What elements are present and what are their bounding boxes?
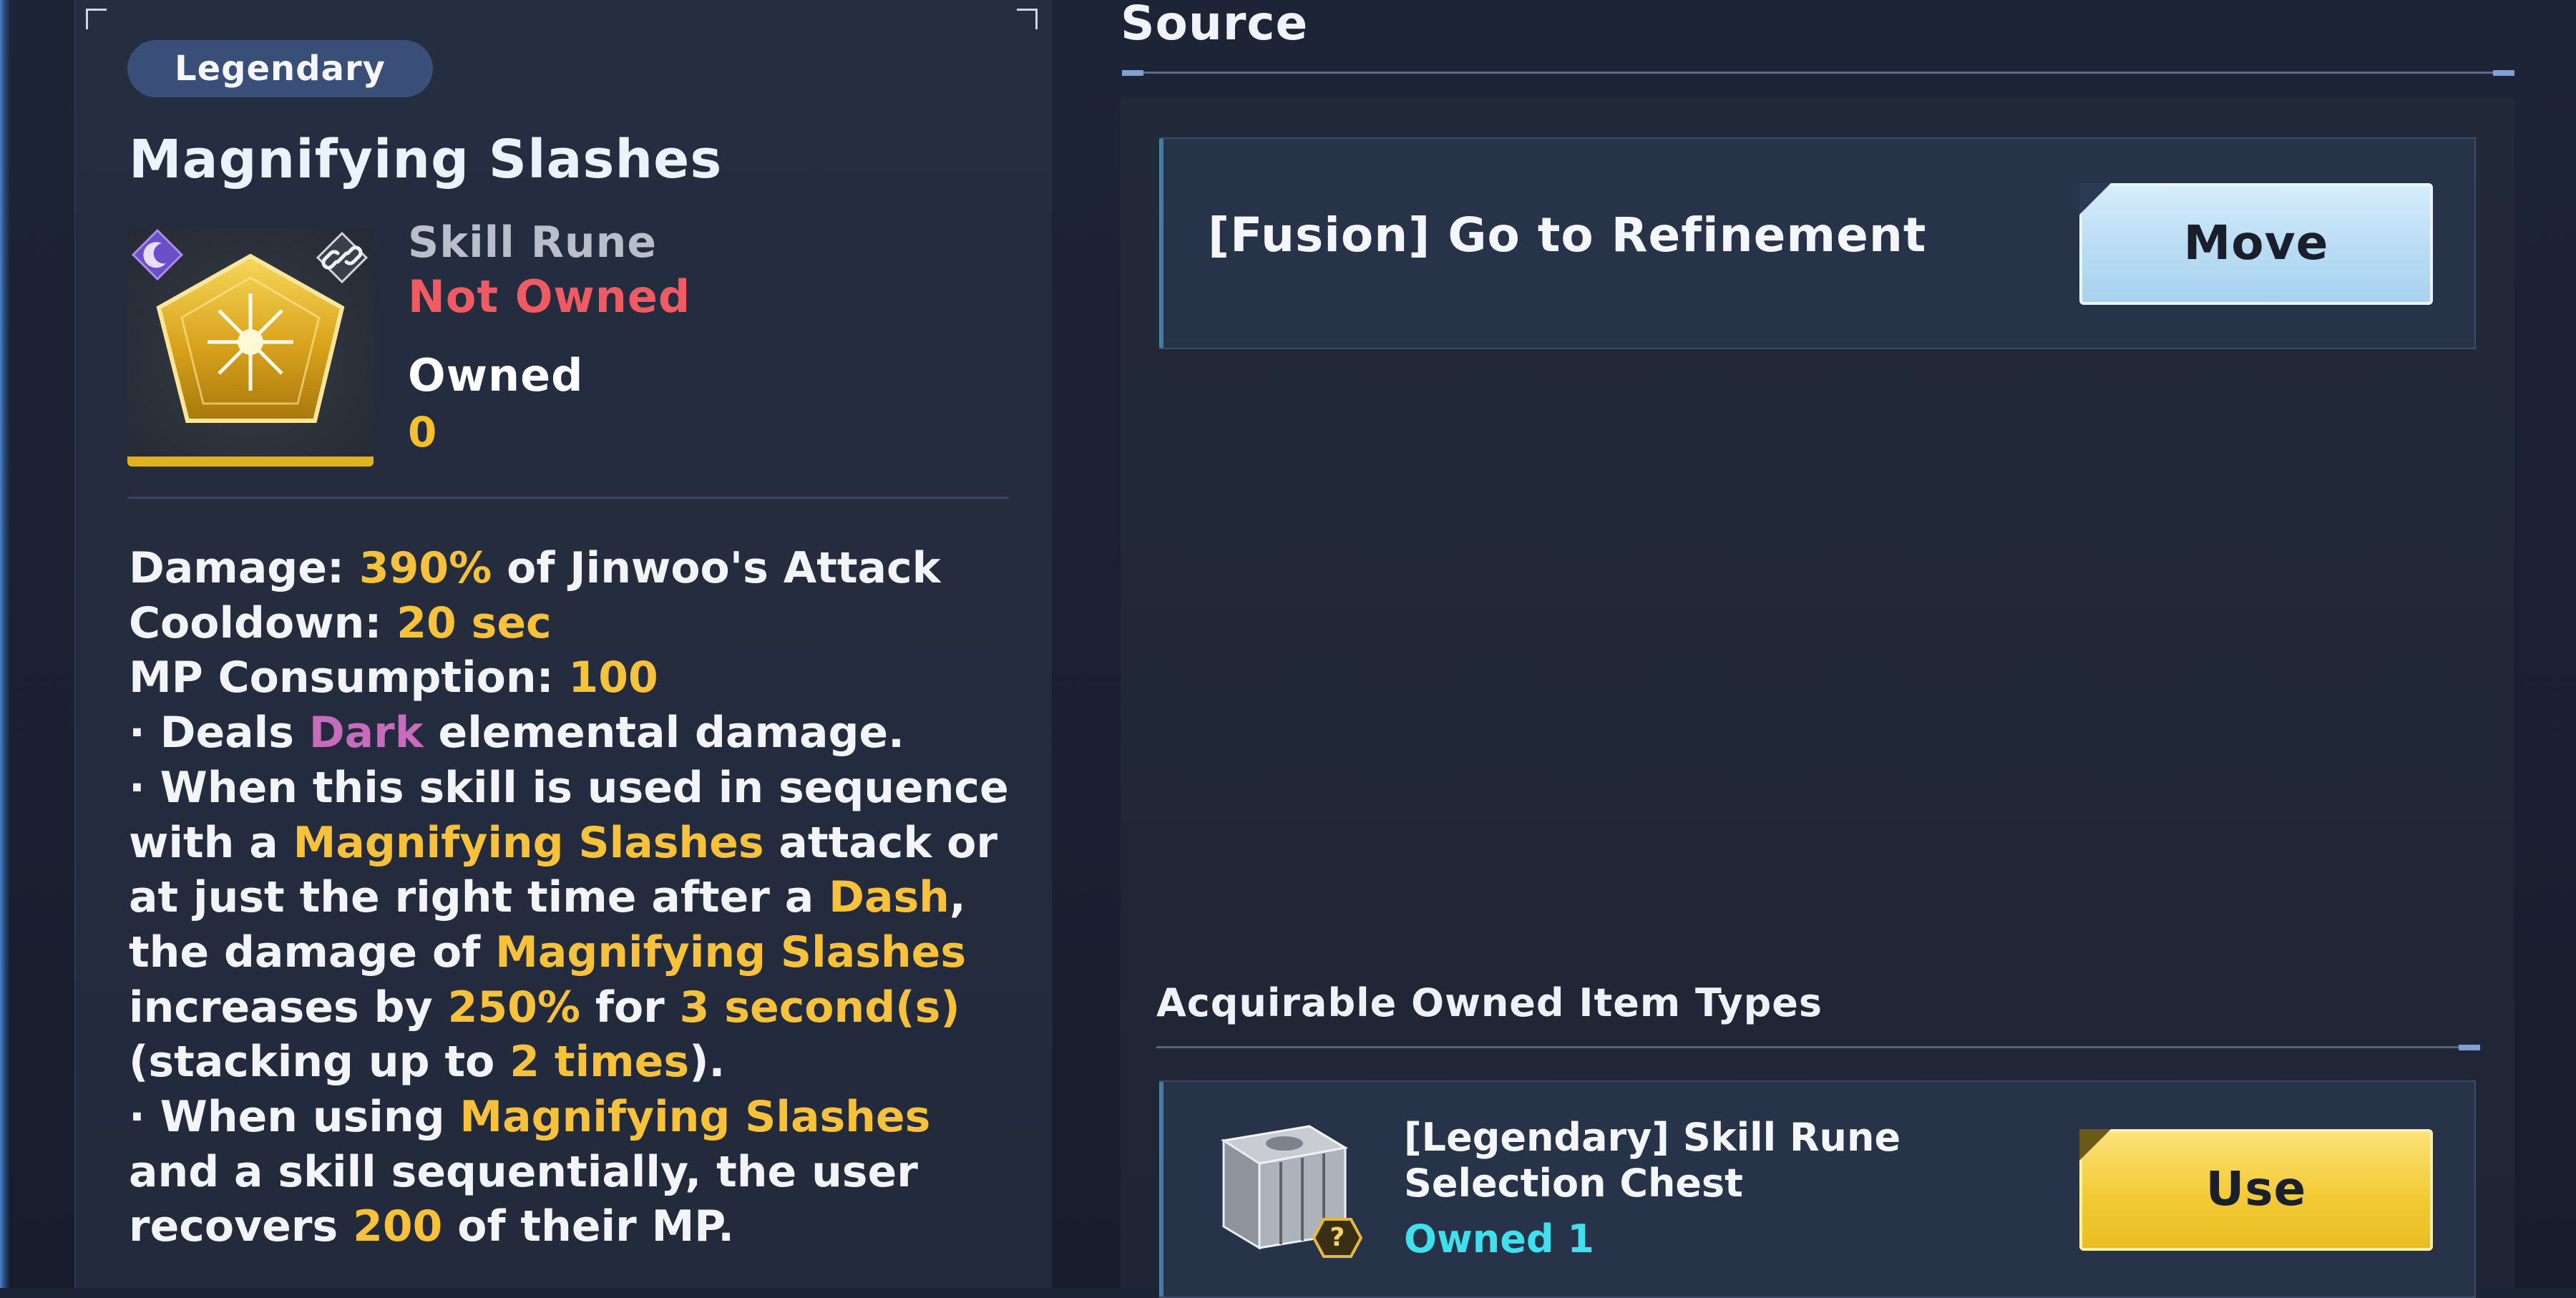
row-accent bbox=[1159, 139, 1163, 348]
move-button[interactable]: Move bbox=[2079, 183, 2433, 305]
description-line: with a Magnifying Slashes attack or bbox=[129, 816, 1052, 871]
use-button[interactable]: Use bbox=[2079, 1129, 2433, 1251]
description-line: at just the right time after a Dash, bbox=[129, 870, 1052, 925]
unknown-question-icon: ? bbox=[1330, 1223, 1345, 1252]
description-text: recovers bbox=[129, 1201, 353, 1252]
row-accent bbox=[1159, 1082, 1163, 1297]
source-divider bbox=[1122, 72, 2493, 74]
chest-owned-count: Owned 1 bbox=[1404, 1216, 1594, 1262]
screen-edge-glow bbox=[0, 0, 10, 1288]
description-text: and a skill sequentially, the user bbox=[129, 1146, 918, 1197]
description-text: at just the right time after a bbox=[129, 872, 829, 923]
highlight-text: 20 sec bbox=[396, 597, 552, 648]
description-line: Damage: 390% of Jinwoo's Attack bbox=[129, 541, 1052, 596]
description-text: of their MP. bbox=[442, 1201, 735, 1252]
description-text: · When this skill is used in sequence bbox=[129, 762, 1009, 813]
chest-item-name: [Legendary] Skill Rune Selection Chest bbox=[1404, 1115, 1901, 1206]
acquirable-divider bbox=[1156, 1046, 2479, 1048]
description-text: of Jinwoo's Attack bbox=[492, 543, 941, 593]
description-line: and a skill sequentially, the user bbox=[129, 1145, 1052, 1200]
description-line: increases by 250% for 3 second(s) bbox=[129, 980, 1052, 1035]
highlight-text: Dash bbox=[829, 872, 950, 923]
highlight-text: 100 bbox=[568, 653, 658, 703]
description-line: the damage of Magnifying Slashes bbox=[129, 925, 1052, 980]
description-line: · When using Magnifying Slashes bbox=[129, 1090, 1052, 1145]
description-text: · Deals bbox=[129, 708, 309, 758]
button-corner-notch bbox=[2079, 183, 2111, 215]
skill-description: Damage: 390% of Jinwoo's Attack Cooldown:… bbox=[129, 541, 1052, 1254]
description-text: , bbox=[949, 872, 966, 923]
description-line: · When this skill is used in sequence bbox=[129, 761, 1052, 816]
move-button-label: Move bbox=[2183, 215, 2329, 270]
button-corner-notch bbox=[2079, 1129, 2111, 1161]
element-text: Dark bbox=[308, 708, 424, 758]
chest-name-line-2: Selection Chest bbox=[1404, 1161, 1743, 1206]
silver-chest-icon[interactable]: ? bbox=[1202, 1112, 1367, 1262]
chain-link-icon bbox=[315, 230, 369, 285]
highlight-text: 3 second(s) bbox=[679, 982, 960, 1033]
description-text: Damage: bbox=[129, 543, 359, 593]
description-text: increases by bbox=[129, 982, 448, 1033]
description-line: (stacking up to 2 times). bbox=[129, 1035, 1052, 1090]
divider-cap-right bbox=[2459, 1045, 2480, 1050]
source-title: Source bbox=[1121, 0, 1309, 51]
panel-corner-top-left bbox=[86, 9, 107, 29]
description-line: MP Consumption: 100 bbox=[129, 650, 1052, 706]
highlight-text: Magnifying Slashes bbox=[293, 817, 764, 868]
use-button-label: Use bbox=[2205, 1161, 2307, 1216]
owned-label: Owned bbox=[408, 349, 584, 401]
item-title: Magnifying Slashes bbox=[129, 129, 723, 190]
description-text: (stacking up to bbox=[129, 1037, 510, 1088]
description-text: ). bbox=[689, 1037, 726, 1088]
description-text: MP Consumption: bbox=[129, 653, 569, 703]
divider-cap-right bbox=[2493, 70, 2514, 76]
highlight-text: 2 times bbox=[509, 1037, 690, 1088]
acquirable-section-title: Acquirable Owned Item Types bbox=[1156, 980, 1823, 1025]
highlight-text: 390% bbox=[358, 543, 492, 593]
description-text: · When using bbox=[129, 1092, 460, 1143]
divider bbox=[127, 497, 1009, 499]
divider-cap-left bbox=[1122, 70, 1143, 76]
description-text: for bbox=[580, 982, 680, 1033]
description-text: elemental damage. bbox=[423, 708, 904, 758]
description-text: the damage of bbox=[129, 927, 496, 977]
item-detail-panel: Legendary Magnifying Slashes Skill Rune … bbox=[74, 0, 1052, 1288]
owned-count: 0 bbox=[408, 408, 437, 457]
description-line: recovers 200 of their MP. bbox=[129, 1199, 1052, 1254]
description-text: Cooldown: bbox=[129, 597, 397, 648]
description-text: attack or bbox=[763, 817, 997, 868]
chest-name-line-1: [Legendary] Skill Rune bbox=[1404, 1115, 1901, 1160]
highlight-text: 200 bbox=[353, 1201, 443, 1252]
grade-badge: Legendary bbox=[127, 40, 433, 97]
description-line: Cooldown: 20 sec bbox=[129, 596, 1052, 651]
rune-icon-frame[interactable] bbox=[127, 228, 374, 467]
source-entry-label: [Fusion] Go to Refinement bbox=[1208, 208, 1927, 263]
panel-corner-top-right bbox=[1017, 9, 1038, 29]
crescent-moon-icon bbox=[130, 228, 185, 282]
item-type-label: Skill Rune bbox=[408, 218, 658, 268]
highlight-text: Magnifying Slashes bbox=[495, 927, 967, 977]
highlight-text: Magnifying Slashes bbox=[459, 1092, 931, 1143]
description-line: · Deals Dark elemental damage. bbox=[129, 706, 1052, 761]
description-text: with a bbox=[129, 817, 293, 868]
highlight-text: 250% bbox=[447, 982, 580, 1033]
owned-status: Not Owned bbox=[408, 270, 691, 323]
